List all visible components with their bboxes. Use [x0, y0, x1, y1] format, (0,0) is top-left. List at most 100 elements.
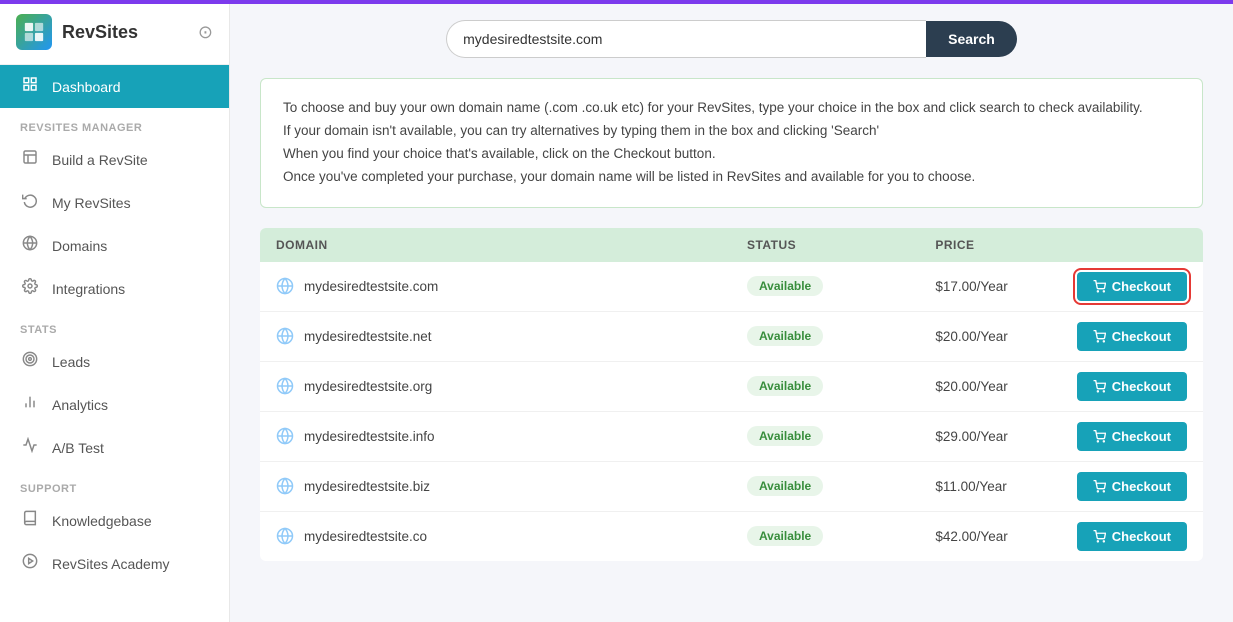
- info-line-2: If your domain isn't available, you can …: [283, 120, 1180, 143]
- grid-icon: [20, 76, 40, 97]
- domain-cell: mydesiredtestsite.org: [260, 361, 731, 411]
- info-line-1: To choose and buy your own domain name (…: [283, 97, 1180, 120]
- app-name: RevSites: [62, 22, 138, 43]
- domain-name: mydesiredtestsite.biz: [304, 479, 430, 494]
- table-row: mydesiredtestsite.co Available$42.00/Yea…: [260, 511, 1203, 561]
- sidebar-item-knowledgebase[interactable]: Knowledgebase: [0, 499, 229, 542]
- globe-row-icon: [276, 377, 294, 395]
- price-cell: $17.00/Year: [919, 262, 1060, 312]
- status-cell: Available: [731, 361, 919, 411]
- search-input[interactable]: [446, 20, 926, 58]
- checkout-button[interactable]: Checkout: [1077, 422, 1187, 451]
- sidebar-item-label: RevSites Academy: [52, 556, 170, 572]
- sidebar-item-ab-test[interactable]: A/B Test: [0, 426, 229, 469]
- sidebar-item-label: Knowledgebase: [52, 513, 152, 529]
- status-badge: Available: [747, 476, 823, 496]
- cart-icon: [1093, 480, 1106, 493]
- globe-row-icon: [276, 477, 294, 495]
- globe-row-icon: [276, 427, 294, 445]
- cart-icon: [1093, 280, 1106, 293]
- checkout-button[interactable]: Checkout: [1077, 372, 1187, 401]
- layout-icon: [20, 149, 40, 170]
- status-badge: Available: [747, 376, 823, 396]
- sidebar-item-build-revsite[interactable]: Build a RevSite: [0, 138, 229, 181]
- bar-chart-icon: [20, 394, 40, 415]
- domain-name: mydesiredtestsite.co: [304, 529, 427, 544]
- target-icon[interactable]: ⊙: [198, 22, 213, 43]
- table-row: mydesiredtestsite.net Available $20.00/Ye…: [260, 311, 1203, 361]
- book-icon: [20, 510, 40, 531]
- sidebar-item-revsites-academy[interactable]: RevSites Academy: [0, 542, 229, 585]
- logo-area: RevSites ⊙: [0, 0, 229, 65]
- domain-name: mydesiredtestsite.com: [304, 279, 438, 294]
- price-cell: $11.00/Year: [919, 461, 1060, 511]
- status-cell: Available: [731, 311, 919, 361]
- cart-icon: [1093, 530, 1106, 543]
- checkout-button[interactable]: Checkout: [1077, 522, 1187, 551]
- settings-icon: [20, 278, 40, 299]
- sidebar-item-integrations[interactable]: Integrations: [0, 267, 229, 310]
- sidebar-item-label: A/B Test: [52, 440, 104, 456]
- sidebar-item-domains[interactable]: Domains: [0, 224, 229, 267]
- info-line-3: When you find your choice that's availab…: [283, 143, 1180, 166]
- cart-icon: [1093, 380, 1106, 393]
- sidebar-item-label: My RevSites: [52, 195, 131, 211]
- status-badge: Available: [747, 526, 823, 546]
- sidebar-item-label: Dashboard: [52, 79, 121, 95]
- sidebar-item-label: Build a RevSite: [52, 152, 148, 168]
- action-cell: Checkout: [1061, 262, 1203, 312]
- info-line-4: Once you've completed your purchase, you…: [283, 166, 1180, 189]
- action-cell: Checkout: [1061, 311, 1203, 361]
- checkout-button[interactable]: Checkout: [1077, 472, 1187, 501]
- price-cell: $20.00/Year: [919, 361, 1060, 411]
- section-label-support: Support: [0, 469, 229, 499]
- status-cell: Available: [731, 411, 919, 461]
- domain-cell: mydesiredtestsite.info: [260, 411, 731, 461]
- price-cell: $29.00/Year: [919, 411, 1060, 461]
- section-label-stats: Stats: [0, 310, 229, 340]
- col-header-status: STATUS: [731, 228, 919, 262]
- domain-table: DOMAIN STATUS PRICE mydesiredtestsite.co…: [260, 228, 1203, 561]
- domain-cell: mydesiredtestsite.net: [260, 311, 731, 361]
- status-badge: Available: [747, 326, 823, 346]
- col-header-domain: DOMAIN: [260, 228, 731, 262]
- section-label-manager: Revsites Manager: [0, 108, 229, 138]
- info-box: To choose and buy your own domain name (…: [260, 78, 1203, 208]
- checkout-button[interactable]: Checkout: [1077, 322, 1187, 351]
- price-cell: $20.00/Year: [919, 311, 1060, 361]
- globe-row-icon: [276, 327, 294, 345]
- sidebar-item-label: Analytics: [52, 397, 108, 413]
- sidebar-item-label: Integrations: [52, 281, 125, 297]
- action-cell: Checkout: [1061, 461, 1203, 511]
- logo-icon: [16, 14, 52, 50]
- col-header-price: PRICE: [919, 228, 1060, 262]
- status-cell: Available: [731, 461, 919, 511]
- domain-name: mydesiredtestsite.net: [304, 329, 432, 344]
- status-cell: Available: [731, 262, 919, 312]
- activity-icon: [20, 437, 40, 458]
- table-row: mydesiredtestsite.info Available $29.00/Y…: [260, 411, 1203, 461]
- domain-name: mydesiredtestsite.info: [304, 429, 435, 444]
- status-badge: Available: [747, 426, 823, 446]
- play-circle-icon: [20, 553, 40, 574]
- action-cell: Checkout: [1061, 411, 1203, 461]
- cart-icon: [1093, 330, 1106, 343]
- domain-cell: mydesiredtestsite.co: [260, 511, 731, 561]
- table-row: mydesiredtestsite.org Available $20.00/Ye…: [260, 361, 1203, 411]
- status-badge: Available: [747, 276, 823, 296]
- domain-cell: mydesiredtestsite.biz: [260, 461, 731, 511]
- cart-icon: [1093, 430, 1106, 443]
- sidebar-item-leads[interactable]: Leads: [0, 340, 229, 383]
- refresh-icon: [20, 192, 40, 213]
- sidebar-item-analytics[interactable]: Analytics: [0, 383, 229, 426]
- domain-cell: mydesiredtestsite.com: [260, 262, 731, 312]
- top-bar: Search: [260, 20, 1203, 58]
- domain-name: mydesiredtestsite.org: [304, 379, 432, 394]
- checkout-button[interactable]: Checkout: [1077, 272, 1187, 301]
- sidebar-item-my-revsites[interactable]: My RevSites: [0, 181, 229, 224]
- search-button[interactable]: Search: [926, 21, 1017, 57]
- sidebar-item-dashboard[interactable]: Dashboard: [0, 65, 229, 108]
- target-nav-icon: [20, 351, 40, 372]
- globe-row-icon: [276, 277, 294, 295]
- main-content: Search To choose and buy your own domain…: [230, 0, 1233, 622]
